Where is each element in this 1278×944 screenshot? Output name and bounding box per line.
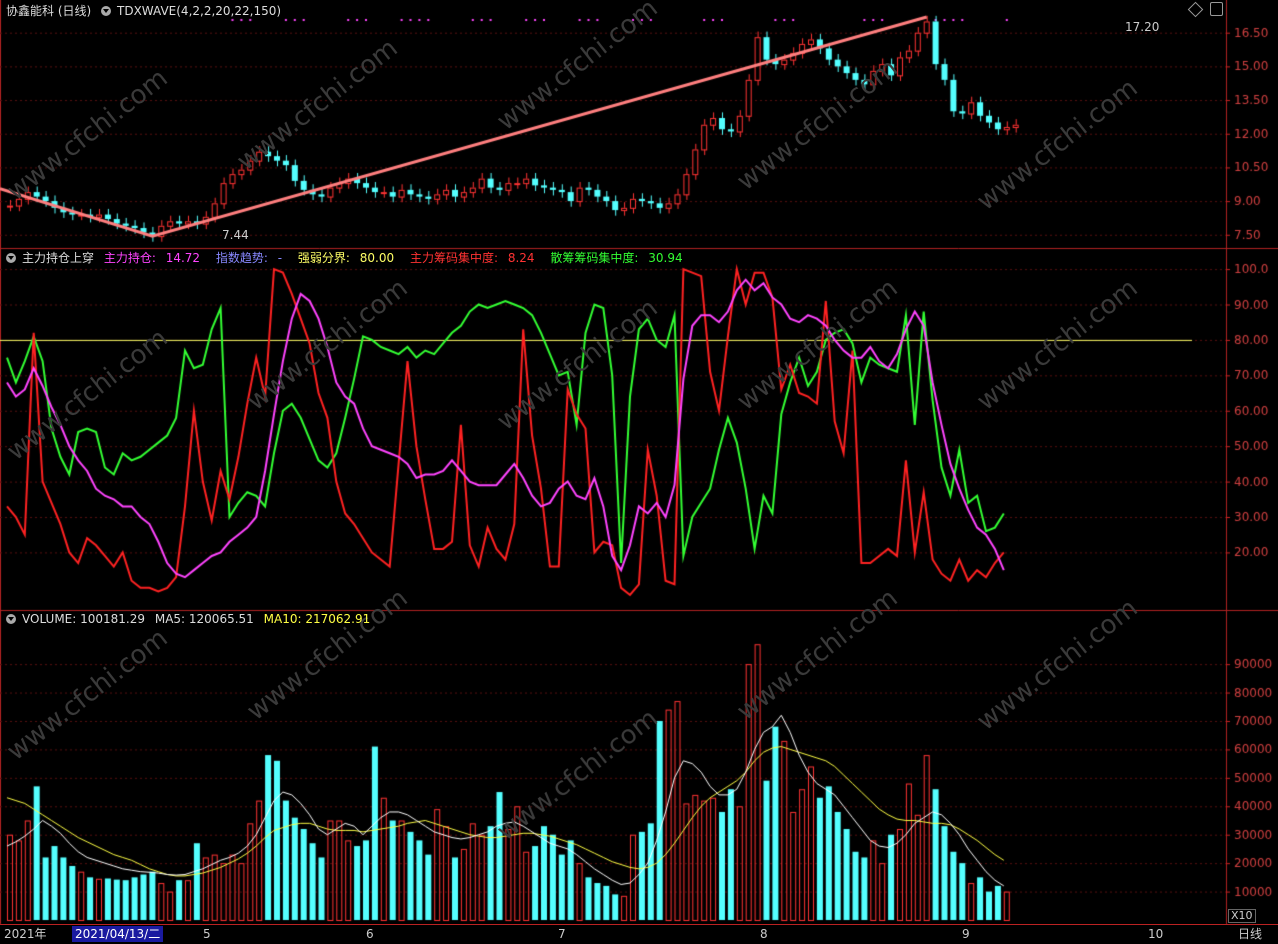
indicator-panel-header: 主力持仓上穿 主力持仓: 14.72 指数趋势: - 强弱分界: 80.00 主… [6,249,695,267]
volume-value: 100181.29 [80,612,146,626]
legend-zhuli-jizhong: 主力筹码集中度: 8.24 [409,251,535,265]
maximize-button[interactable] [1210,2,1223,16]
year-label: 2021年 [4,927,47,941]
cursor-date-label: 2021/04/13/二 [72,926,164,942]
wave-indicator-label[interactable]: TDXWAVE(4,2,2,20,22,150) [117,4,281,18]
indicator-menu-icon[interactable] [6,614,16,624]
volume-unit-label: X10 [1228,909,1256,923]
stock-chart-canvas[interactable] [0,0,1278,943]
indicator-menu-icon[interactable] [101,6,112,16]
volume-label[interactable]: VOLUME: [22,612,80,626]
ma10-label: MA10: [263,612,306,626]
month-label: 5 [203,927,211,941]
legend-zhuli-chicang: 主力持仓: 14.72 [103,251,201,265]
period-label[interactable]: 日线 [1238,926,1262,942]
month-label: 10 [1148,927,1164,941]
low-price-label: 7.44 [222,228,249,242]
legend-sanchou-jizhong: 散筹筹码集中度: 30.94 [550,251,683,265]
volume-panel-header: VOLUME: 100181.29 MA5: 120065.51 MA10: 2… [6,610,376,628]
month-label: 7 [558,927,566,941]
month-label: 8 [760,927,768,941]
month-label: 9 [962,927,970,941]
legend-strength-divide: 强弱分界: 80.00 [297,251,395,265]
ma5-value: 120065.51 [188,612,254,626]
date-axis-bar: 2021年 2021/04/13/二 5 6 7 8 9 10 日线 [0,924,1278,944]
ma5-label: MA5: [154,612,189,626]
indicator-name[interactable]: 主力持仓上穿 [22,251,94,265]
legend-index-trend: 指数趋势: - [215,251,283,265]
ma10-value: 217062.91 [305,612,371,626]
month-label: 6 [366,927,374,941]
indicator-menu-icon[interactable] [6,253,16,263]
stock-title: 协鑫能科 (日线) [6,4,92,18]
price-panel-header: 协鑫能科 (日线) TDXWAVE(4,2,2,20,22,150) [6,2,287,20]
high-price-label: 17.20 [1125,20,1160,34]
